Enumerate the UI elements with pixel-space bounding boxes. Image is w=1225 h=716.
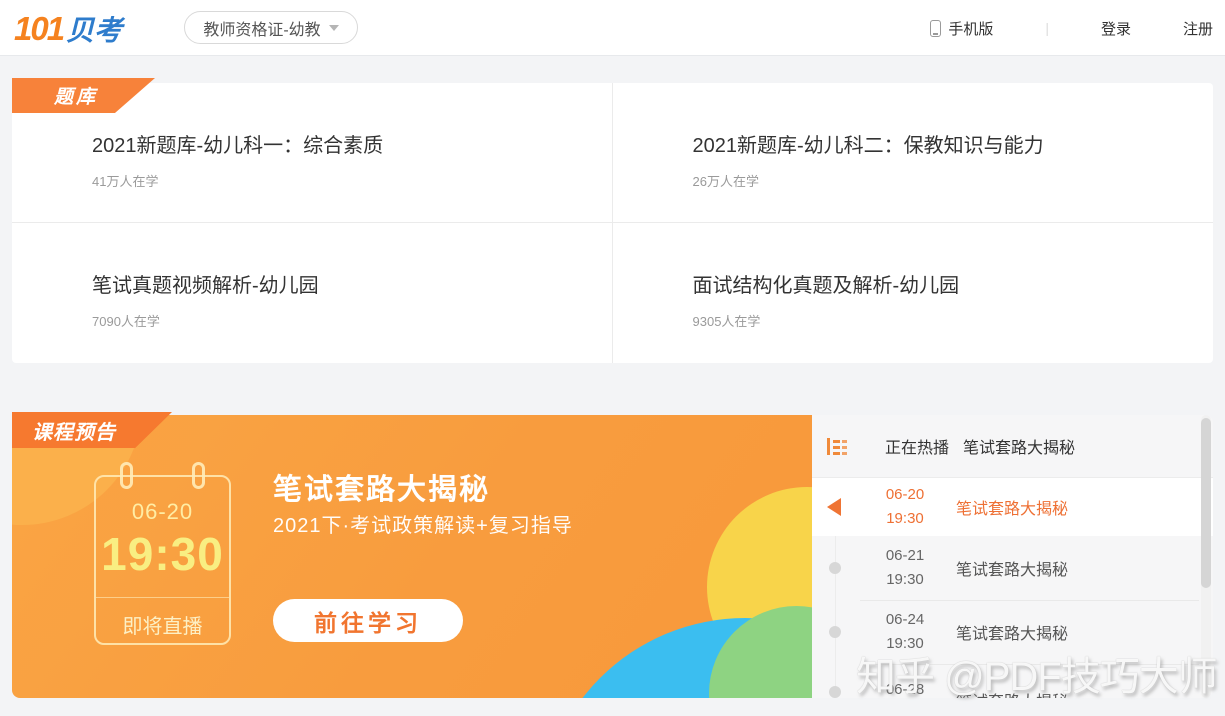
mobile-phone-icon (930, 19, 942, 37)
now-playing-label: 正在热播 (885, 440, 950, 457)
schedule-date: 06-20 (885, 486, 925, 503)
chevron-down-icon (328, 24, 339, 31)
card-title[interactable]: 笔试真题视频解析-幼儿园 (92, 273, 582, 299)
card-learner-count: 9305人在学 (692, 314, 761, 329)
nav-mobile-version[interactable]: 手机版 (948, 18, 993, 39)
nav-register[interactable]: 注册 (1183, 18, 1213, 39)
course-preview-ribbon-label: 课程预告 (32, 421, 116, 444)
question-bank-card[interactable]: 笔试真题视频解析-幼儿园 7090人在学 (12, 223, 613, 363)
schedule-title[interactable]: 笔试套路大揭秘 (956, 556, 1068, 580)
question-bank-ribbon-label: 题库 (54, 87, 99, 108)
banner-course-subtitle: 2021下·考试政策解读+复习指导 (273, 515, 573, 537)
schedule-datetime: 06-21 19:30 (872, 544, 938, 592)
card-title[interactable]: 2021新题库-幼儿科一：综合素质 (92, 133, 582, 159)
nav-login[interactable]: 登录 (1101, 18, 1131, 39)
calendar-ring-icon (120, 462, 133, 489)
active-marker-icon (827, 498, 841, 516)
calendar-ring-icon (192, 462, 205, 489)
watermark: 知乎 @PDF技巧大师 (856, 655, 1218, 699)
question-bank-card[interactable]: 面试结构化真题及解析-幼儿园 9305人在学 (613, 223, 1214, 363)
live-status: 即将直播 (122, 616, 203, 638)
schedule-date: 06-21 (885, 547, 925, 564)
card-learner-count: 26万人在学 (692, 174, 759, 189)
schedule-row[interactable]: 06-21 19:30 笔试套路大揭秘 (812, 536, 1213, 600)
question-bank-card[interactable]: 2021新题库-幼儿科二：保教知识与能力 26万人在学 (612, 83, 1213, 223)
card-learner-count: 41万人在学 (92, 174, 159, 189)
logo-number: 101 (14, 10, 65, 47)
timeline-dot-icon (829, 562, 841, 574)
top-header: 101 贝考 教师资格证-幼教 手机版 | 登录 注册 (0, 0, 1225, 56)
timeline-dot-icon (829, 686, 841, 698)
schedule-title[interactable]: 笔试套路大揭秘 (956, 495, 1068, 519)
row-divider (860, 600, 1199, 601)
go-study-button[interactable]: 前往学习 (273, 599, 463, 642)
course-preview-banner: 06-20 19:30 即将直播 笔试套路大揭秘 2021下·考试政策解读+复习… (12, 415, 812, 698)
nav-divider: | (1045, 20, 1049, 36)
card-title[interactable]: 面试结构化真题及解析-幼儿园 (693, 273, 1184, 299)
card-learner-count: 7090人在学 (92, 314, 160, 329)
now-playing-icon (827, 438, 847, 455)
question-bank-grid: 2021新题库-幼儿科一：综合素质 41万人在学 2021新题库-幼儿科二：保教… (12, 83, 1213, 363)
schedule-time: 19:30 (886, 571, 924, 588)
top-nav: 手机版 | 登录 注册 (930, 0, 1213, 56)
schedule-datetime: 06-20 19:30 (872, 483, 938, 531)
schedule-title[interactable]: 笔试套路大揭秘 (956, 620, 1068, 644)
banner-course-title: 笔试套路大揭秘 (273, 474, 491, 506)
logo-brand-name: 贝考 (66, 15, 123, 46)
question-bank-section: 2021新题库-幼儿科一：综合素质 41万人在学 2021新题库-幼儿科二：保教… (12, 83, 1213, 363)
site-logo[interactable]: 101 贝考 (14, 9, 122, 49)
category-selector[interactable]: 教师资格证-幼教 (184, 11, 358, 44)
schedule-row-active[interactable]: 06-20 19:30 笔试套路大揭秘 (812, 478, 1213, 536)
card-title[interactable]: 2021新题库-幼儿科二：保教知识与能力 (693, 133, 1184, 159)
live-calendar-card: 06-20 19:30 即将直播 (94, 462, 231, 645)
schedule-date: 06-24 (885, 611, 925, 628)
now-playing-title: 笔试套路大揭秘 (963, 440, 1076, 457)
category-label: 教师资格证-幼教 (203, 21, 321, 39)
schedule-time: 19:30 (886, 510, 924, 527)
live-time: 19:30 (101, 528, 224, 580)
scrollbar-thumb[interactable] (1201, 418, 1211, 588)
live-date: 06-20 (131, 499, 194, 524)
timeline-dot-icon (829, 626, 841, 638)
now-playing-row: 正在热播 笔试套路大揭秘 (812, 415, 1213, 478)
calendar-divider (96, 597, 229, 598)
